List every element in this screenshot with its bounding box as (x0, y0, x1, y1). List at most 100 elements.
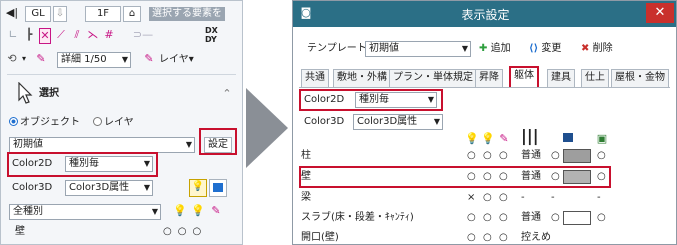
tab-common[interactable]: 共通 (301, 69, 329, 87)
row-color-swatch[interactable] (563, 149, 591, 163)
cursor-arrow-icon (18, 82, 33, 104)
display-settings-dialog: ◙ 表示設定 ✕ テンプレート 初期値 ▼ ✚ 追加 ⟨⟩ 変更 ✖ 削除 共通 … (292, 0, 677, 245)
col-linetype-icon: ||| (521, 126, 539, 145)
dlg-color3d-select[interactable]: Color3D属性 ▼ (353, 114, 443, 130)
tab-divider (299, 87, 670, 88)
template-select[interactable]: 初期値 ▼ (365, 41, 471, 57)
tab-structure[interactable]: 躯体 (509, 66, 539, 87)
radio-object-dot (9, 117, 18, 126)
layer-pen-icon[interactable]: ✎ (143, 52, 155, 66)
row-pen-flag[interactable]: ○ (499, 209, 508, 227)
row-visible-flag[interactable]: ○ (467, 209, 476, 227)
row-color-flag[interactable]: ○ (551, 147, 560, 165)
grid-icon[interactable]: # (103, 28, 115, 42)
row-3d-flag[interactable]: ○ (597, 209, 606, 227)
row-visible-flag[interactable]: ○ (467, 147, 476, 165)
bulb-lock-icon[interactable]: 💡 (191, 204, 205, 218)
row-pen-flag[interactable]: ○ (499, 189, 508, 207)
color2d-select[interactable]: 種別毎 ▼ (65, 156, 153, 172)
chevron-down-icon[interactable]: ▾ (20, 52, 28, 66)
dlg-color3d-label: Color3D (304, 116, 345, 127)
select-header-title: 選択 (39, 88, 59, 99)
wall-row-highlight (299, 166, 611, 188)
row-lock-flag[interactable]: ○ (483, 189, 492, 207)
row-lock-flag[interactable]: ○ (483, 209, 492, 227)
radio-layer-dot (93, 117, 102, 126)
tab-site[interactable]: 敷地・外構 (333, 69, 391, 87)
left-panel: ◀| GL ⇩ 1F ⌂ 選択する要素を ∟ ┣ ✕ ⟋ ⫽ ⋋ # ⊃— DX… (0, 0, 243, 245)
row-color-swatch[interactable] (563, 211, 591, 225)
row-pen-flag[interactable]: ○ (499, 229, 508, 244)
chevron-down-icon: ▼ (427, 95, 434, 104)
color-box-icon[interactable] (209, 179, 227, 197)
row-linetype[interactable]: - (521, 189, 525, 207)
row-visible-flag[interactable]: × (467, 189, 475, 207)
radio-object[interactable]: オブジェクト (9, 116, 80, 130)
preset-select[interactable]: 初期値 ▼ (9, 137, 195, 153)
gl-button[interactable]: GL (25, 6, 51, 22)
compass-icon[interactable]: ⟲ (6, 52, 18, 66)
arrow-down-icon[interactable]: ⇩ (53, 6, 67, 22)
select-header: 選択 ⌃ (1, 79, 242, 109)
element-row[interactable]: 開口(壁) ○ ○ ○ 控えめ (299, 229, 670, 244)
tab-plan[interactable]: プラン・単体規定 (389, 69, 477, 87)
color3d-value: Color3D属性 (69, 182, 130, 193)
row-color-flag[interactable]: ○ (551, 209, 560, 227)
element-row[interactable]: スラブ(床・段差・ｷｬﾝﾃｨ) ○ ○ ○ 普通 ○ ○ (299, 209, 670, 227)
template-label: テンプレート (307, 43, 367, 54)
delete-button[interactable]: ✖ 削除 (581, 42, 613, 56)
dx-dy-label[interactable]: DX DY (205, 26, 218, 44)
row-visible-flag[interactable]: ○ (467, 229, 476, 244)
wall-flags[interactable]: ○○○ (163, 225, 207, 239)
dlg-color2d-label: Color2D (304, 94, 345, 105)
dlg-color2d-value: 種別毎 (359, 94, 389, 105)
row-linetype[interactable]: 控えめ (521, 229, 551, 244)
tab-elevator[interactable]: 昇降 (475, 69, 503, 87)
pen-icon[interactable]: ✎ (209, 204, 223, 218)
color3d-select[interactable]: Color3D属性 ▼ (65, 180, 153, 196)
slash-icon[interactable]: ⫽ (71, 28, 83, 42)
row-linetype[interactable]: 普通 (521, 147, 541, 165)
toolbar-row-3: ⟲ ▾ ✎ 詳細 1/50 ▼ ✎ レイヤ▾ (1, 49, 242, 71)
col-visible-icon: 💡 (465, 132, 479, 145)
tab-finish[interactable]: 仕上 (581, 69, 609, 87)
tee-icon[interactable]: ┣ (23, 28, 35, 42)
dialog-titlebar[interactable]: ◙ 表示設定 ✕ (293, 1, 676, 27)
tab-fittings[interactable]: 建具 (547, 69, 575, 87)
home-icon[interactable]: ⌂ (123, 6, 141, 22)
color2d-label: Color2D (12, 158, 53, 169)
close-button[interactable]: ✕ (646, 3, 674, 23)
element-row[interactable]: 柱 ○ ○ ○ 普通 ○ ○ (299, 147, 670, 165)
split-icon[interactable]: ⋋ (87, 28, 99, 42)
collapse-icon[interactable]: ⌃ (221, 87, 233, 101)
diagonal-icon[interactable]: ⟋ (55, 28, 67, 42)
corner-icon[interactable]: ∟ (7, 28, 19, 42)
row-3d-flag[interactable]: - (597, 189, 601, 207)
bulb-visible-icon[interactable]: 💡 (173, 204, 187, 218)
row-pen-flag[interactable]: ○ (499, 147, 508, 165)
pen-icon[interactable]: ✎ (35, 52, 47, 66)
row-lock-flag[interactable]: ○ (483, 229, 492, 244)
lightbulb-icon[interactable]: 💡 (189, 179, 207, 197)
layer-dropdown[interactable]: レイヤ▾ (159, 53, 194, 67)
chevron-down-icon: ▼ (143, 159, 150, 168)
swap-icon: ⟨⟩ (529, 43, 539, 54)
row-color-flag[interactable]: - (551, 189, 555, 207)
cross-box-icon[interactable]: ✕ (39, 28, 51, 44)
row-3d-flag[interactable]: ○ (597, 147, 606, 165)
dlg-color2d-select[interactable]: 種別毎 ▼ (355, 92, 437, 108)
add-button[interactable]: ✚ 追加 (479, 42, 511, 56)
element-row[interactable]: 梁 × ○ ○ - - - (299, 189, 670, 207)
change-button[interactable]: ⟨⟩ 変更 (529, 42, 561, 56)
first-page-icon[interactable]: ◀| (5, 6, 19, 20)
floor-button[interactable]: 1F (85, 6, 121, 22)
template-value: 初期値 (369, 43, 399, 54)
tab-roof[interactable]: 屋根・金物 (611, 69, 669, 87)
row-linetype[interactable]: 普通 (521, 209, 541, 227)
settings-button[interactable]: 設定 (204, 137, 232, 153)
row-lock-flag[interactable]: ○ (483, 147, 492, 165)
arrow-right-icon[interactable]: ⊃— (129, 28, 157, 42)
radio-layer[interactable]: レイヤ (93, 116, 134, 130)
detail-scale-select[interactable]: 詳細 1/50 ▼ (57, 52, 131, 68)
all-types-select[interactable]: 全種別 ▼ (9, 204, 161, 220)
